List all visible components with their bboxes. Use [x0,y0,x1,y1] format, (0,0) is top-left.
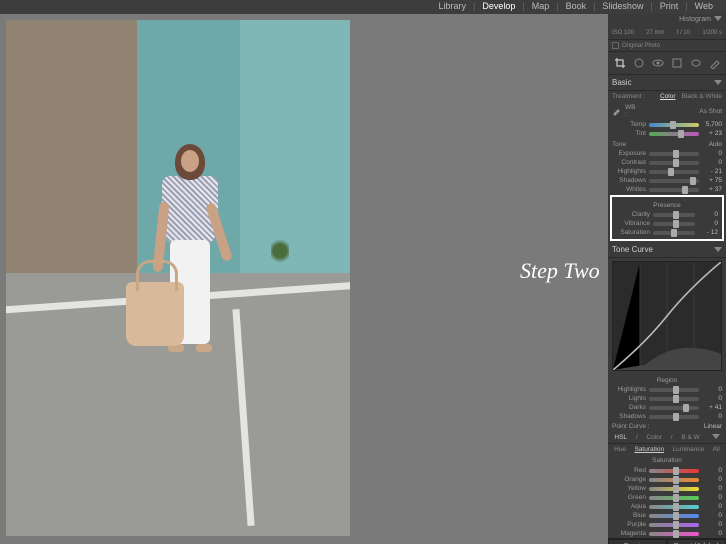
shadows-slider[interactable]: Shadows+ 75 [608,176,726,185]
redeye-tool-icon[interactable] [651,56,665,70]
highlights-slider[interactable]: Highlights- 21 [608,167,726,176]
crop-tool-icon[interactable] [613,56,627,70]
basic-header[interactable]: Basic [612,78,632,87]
hsl-hue[interactable]: Hue [614,446,626,453]
tonecurve-header[interactable]: Tone Curve [612,245,653,254]
hsl-magenta-slider[interactable]: Magenta0 [608,529,726,538]
nav-library[interactable]: Library [433,1,471,14]
hsl-yellow-slider[interactable]: Yellow0 [608,484,726,493]
gradient-tool-icon[interactable] [670,56,684,70]
photo-preview [6,20,350,536]
whites-slider[interactable]: Whites+ 37 [608,185,726,194]
hsl-purple-slider[interactable]: Purple0 [608,520,726,529]
nav-print[interactable]: Print [655,1,684,14]
checkbox-icon[interactable] [612,42,619,49]
photo-viewport[interactable]: Step Two [0,14,608,544]
tone-curve-graph[interactable] [612,261,722,371]
hsl-all[interactable]: All [713,446,720,453]
hsl-red-slider[interactable]: Red0 [608,466,726,475]
tab-color[interactable]: Color [646,434,662,441]
nav-slideshow[interactable]: Slideshow [597,1,648,14]
wb-label: WB : [625,104,639,118]
hsl-section-header: Saturation [608,455,726,466]
treatment-bw[interactable]: Black & White [682,93,722,100]
radial-tool-icon[interactable] [689,56,703,70]
temp-slider[interactable]: Temp5,700 [608,120,726,129]
module-nav: Library| Develop| Map| Book| Slideshow| … [433,0,726,14]
histogram-info: ISO 10027 mmf / 101/200 s [608,29,726,40]
hsl-orange-slider[interactable]: Orange0 [608,475,726,484]
tab-bw[interactable]: B & W [681,434,699,441]
point-curve-row[interactable]: Point Curve :Linear [608,421,726,432]
presence-header: Presence [653,202,680,209]
hsl-blue-slider[interactable]: Blue0 [608,511,726,520]
brush-tool-icon[interactable] [708,56,722,70]
eyedropper-icon[interactable] [612,106,622,116]
contrast-slider[interactable]: Contrast0 [608,158,726,167]
tc-darks-slider[interactable]: Darks+ 41 [608,403,726,412]
treatment-row: Treatment : Color Black & White [608,91,726,102]
tint-slider[interactable]: Tint+ 23 [608,129,726,138]
chevron-down-icon[interactable] [714,247,722,252]
nav-map[interactable]: Map [527,1,555,14]
previous-button[interactable]: Previous [608,539,667,544]
nav-book[interactable]: Book [561,1,592,14]
tc-lights-slider[interactable]: Lights0 [608,394,726,403]
tc-shadows-slider[interactable]: Shadows0 [608,412,726,421]
tone-header: Tone [612,141,626,148]
hsl-panel-tabs: HSL/ Color/ B & W [608,432,726,444]
nav-develop[interactable]: Develop [477,1,520,14]
hsl-aqua-slider[interactable]: Aqua0 [608,502,726,511]
saturation-slider[interactable]: Saturation- 12 [612,228,722,237]
auto-tone-button[interactable]: Auto [709,141,722,148]
region-header: Region [657,377,678,384]
wb-preset[interactable]: As Shot [699,108,722,115]
tc-highlights-slider[interactable]: Highlights0 [608,385,726,394]
develop-panel: Histogram ISO 10027 mmf / 101/200 s Orig… [608,14,726,544]
histogram-header[interactable]: Histogram [679,16,711,23]
spot-tool-icon[interactable] [632,56,646,70]
original-photo-toggle[interactable]: Original Photo [608,40,726,52]
annotation-step: Step Two [520,258,600,284]
tool-strip [608,52,726,75]
tab-hsl[interactable]: HSL [614,434,627,441]
chevron-down-icon[interactable] [712,434,720,439]
nav-web[interactable]: Web [690,1,718,14]
hsl-saturation[interactable]: Saturation [634,446,664,453]
presence-section-highlight: Presence Clarity0 Vibrance0 Saturation- … [610,195,724,241]
clarity-slider[interactable]: Clarity0 [612,210,722,219]
hsl-green-slider[interactable]: Green0 [608,493,726,502]
vibrance-slider[interactable]: Vibrance0 [612,219,722,228]
treatment-color[interactable]: Color [660,93,676,100]
hsl-luminance[interactable]: Luminance [672,446,704,453]
reset-button[interactable]: Reset (Adobe) [667,539,726,544]
chevron-down-icon[interactable] [714,80,722,85]
chevron-down-icon[interactable] [714,16,722,21]
exposure-slider[interactable]: Exposure0 [608,149,726,158]
